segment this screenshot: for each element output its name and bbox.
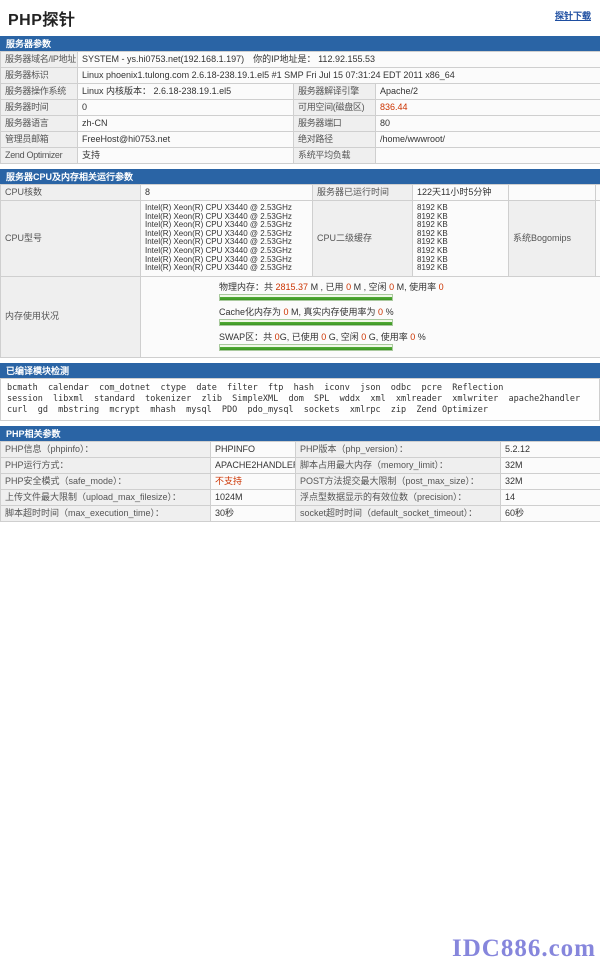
row-label: 系统平均负载 <box>294 148 376 164</box>
table-row: 内存使用状况 物理内存：共 2815.37 M , 已用 0 M , 空闲 0 … <box>1 276 600 357</box>
row-value: 1024M <box>211 489 296 505</box>
row-label: 脚本超时时间（max_execution_time）： <box>1 505 211 521</box>
row-value: 60秒 <box>501 505 600 521</box>
row-value: zh-CN <box>78 116 294 132</box>
section-cpu-memory: 服务器CPU及内存相关运行参数 CPU核数 8 服务器已运行时间 122天11小… <box>0 169 600 358</box>
row-label: PHP版本（php_version）： <box>296 441 501 457</box>
cpu-cache-label: CPU二级缓存 <box>313 201 413 277</box>
php-params-table: PHP信息（phpinfo）： PHPINFO PHP版本（php_versio… <box>0 441 600 522</box>
memory-usage-cell: 物理内存：共 2815.37 M , 已用 0 M , 空闲 0 M, 使用率 … <box>141 276 600 357</box>
table-row: 服务器标识 Linux phoenix1.tulong.com 2.6.18-2… <box>1 68 600 84</box>
table-row: 上传文件最大限制（upload_max_filesize）： 1024M 浮点型… <box>1 489 600 505</box>
phpinfo-link[interactable]: PHPINFO <box>211 441 296 457</box>
row-label: 服务器操作系统 <box>1 84 78 100</box>
row-label: 绝对路径 <box>294 132 376 148</box>
page-title: PHP探针 <box>8 6 592 30</box>
row-value: 80 <box>376 116 600 132</box>
section-header-modules: 已编译模块检测 <box>0 363 600 378</box>
cpu-memory-table: CPU核数 8 服务器已运行时间 122天11小时5分钟 CPU型号 Intel… <box>0 184 600 358</box>
table-row: PHP信息（phpinfo）： PHPINFO PHP版本（php_versio… <box>1 441 600 457</box>
empty-cell <box>596 201 600 277</box>
table-row: 服务器操作系统 Linux 内核版本： 2.6.18-238.19.1.el5 … <box>1 84 600 100</box>
swap-memory-text: SWAP区：共 0G, 已使用 0 G, 空闲 0 G, 使用率 0 % <box>219 331 596 343</box>
row-value: 30秒 <box>211 505 296 521</box>
row-label: 上传文件最大限制（upload_max_filesize）： <box>1 489 211 505</box>
empty-cell <box>596 185 600 201</box>
table-row: CPU核数 8 服务器已运行时间 122天11小时5分钟 <box>1 185 600 201</box>
section-php-params: PHP相关参数 PHP信息（phpinfo）： PHPINFO PHP版本（ph… <box>0 426 600 522</box>
table-row: PHP运行方式： APACHE2HANDLER 脚本占用最大内存（memory_… <box>1 457 600 473</box>
row-value <box>376 148 600 164</box>
section-header-cpu-memory: 服务器CPU及内存相关运行参数 <box>0 169 600 184</box>
cpu-model-list: Intel(R) Xeon(R) CPU X3440 @ 2.53GHz Int… <box>141 201 313 277</box>
table-row: 脚本超时时间（max_execution_time）： 30秒 socket超时… <box>1 505 600 521</box>
page-header: PHP探针 探针下载 <box>0 0 600 36</box>
row-value: SYSTEM - ys.hi0753.net(192.168.1.197) 你的… <box>78 52 600 68</box>
row-value: 32M <box>501 457 600 473</box>
section-header-server-params: 服务器参数 <box>0 36 600 51</box>
row-label: 管理员邮箱 <box>1 132 78 148</box>
uptime-value: 122天11小时5分钟 <box>413 185 509 201</box>
cpu-cores-label: CPU核数 <box>1 185 141 201</box>
table-row: PHP安全模式（safe_mode）： 不支持 POST方法提交最大限制（pos… <box>1 473 600 489</box>
row-label: 服务器时间 <box>1 100 78 116</box>
row-label: PHP信息（phpinfo）： <box>1 441 211 457</box>
row-label: POST方法提交最大限制（post_max_size）： <box>296 473 501 489</box>
row-label: 可用空间(磁盘区) <box>294 100 376 116</box>
row-value: 14 <box>501 489 600 505</box>
row-label: 服务器标识 <box>1 68 78 84</box>
row-value: 支持 <box>78 148 294 164</box>
row-value: Linux phoenix1.tulong.com 2.6.18-238.19.… <box>78 68 600 84</box>
row-value: Linux 内核版本： 2.6.18-238.19.1.el5 <box>78 84 294 100</box>
physical-memory-bar <box>219 294 393 301</box>
table-row: 服务器语言 zh-CN 服务器端口 80 <box>1 116 600 132</box>
memory-usage-label: 内存使用状况 <box>1 276 141 357</box>
row-value: 32M <box>501 473 600 489</box>
probe-download-link[interactable]: 探针下载 <box>555 9 591 22</box>
section-server-params: 服务器参数 服务器域名/IP地址 SYSTEM - ys.hi0753.net(… <box>0 36 600 164</box>
table-row: 管理员邮箱 FreeHost@hi0753.net 绝对路径 /home/www… <box>1 132 600 148</box>
row-label: PHP运行方式： <box>1 457 211 473</box>
table-row: Zend Optimizer 支持 系统平均负载 <box>1 148 600 164</box>
swap-memory-bar <box>219 344 393 351</box>
row-label: 服务器语言 <box>1 116 78 132</box>
row-label: 服务器端口 <box>294 116 376 132</box>
row-value: APACHE2HANDLER <box>211 457 296 473</box>
empty-cell <box>509 185 596 201</box>
row-label: socket超时时间（default_socket_timeout）： <box>296 505 501 521</box>
watermark-slogan-text: 免费国外空间 <box>411 962 448 964</box>
row-label: 浮点型数据显示的有效位数（precision）： <box>296 489 501 505</box>
watermark-site-text: IDC886.com <box>452 935 596 963</box>
section-header-php-params: PHP相关参数 <box>0 426 600 441</box>
row-label: 服务器解译引擎 <box>294 84 376 100</box>
row-value: FreeHost@hi0753.net <box>78 132 294 148</box>
cpu-model-label: CPU型号 <box>1 201 141 277</box>
bogomips-label: 系统Bogomips <box>509 201 596 277</box>
row-label: PHP安全模式（safe_mode）： <box>1 473 211 489</box>
cache-memory-bar <box>219 319 393 326</box>
table-row: CPU型号 Intel(R) Xeon(R) CPU X3440 @ 2.53G… <box>1 201 600 277</box>
row-value: 5.2.12 <box>501 441 600 457</box>
row-label: Zend Optimizer <box>1 148 78 164</box>
cpu-cache-list: 8192 KB 8192 KB 8192 KB 8192 KB 8192 KB … <box>413 201 509 277</box>
safe-mode-value: 不支持 <box>211 473 296 489</box>
compiled-modules-list: bcmath calendar com_dotnet ctype date fi… <box>0 378 600 421</box>
disk-free-value: 836.44 <box>376 100 600 116</box>
cache-memory-text: Cache化内存为 0 M, 真实内存使用率为 0 % <box>219 306 596 318</box>
row-label: 服务器域名/IP地址 <box>1 52 78 68</box>
row-value: 0 <box>78 100 294 116</box>
server-params-table: 服务器域名/IP地址 SYSTEM - ys.hi0753.net(192.16… <box>0 51 600 164</box>
row-label: 脚本占用最大内存（memory_limit）： <box>296 457 501 473</box>
row-value: /home/wwwroot/ <box>376 132 600 148</box>
section-compiled-modules: 已编译模块检测 bcmath calendar com_dotnet ctype… <box>0 363 600 421</box>
table-row: 服务器域名/IP地址 SYSTEM - ys.hi0753.net(192.16… <box>1 52 600 68</box>
table-row: 服务器时间 0 可用空间(磁盘区) 836.44 <box>1 100 600 116</box>
physical-memory-text: 物理内存：共 2815.37 M , 已用 0 M , 空闲 0 M, 使用率 … <box>219 281 596 293</box>
row-value: Apache/2 <box>376 84 600 100</box>
cpu-cores-value: 8 <box>141 185 313 201</box>
uptime-label: 服务器已运行时间 <box>313 185 413 201</box>
